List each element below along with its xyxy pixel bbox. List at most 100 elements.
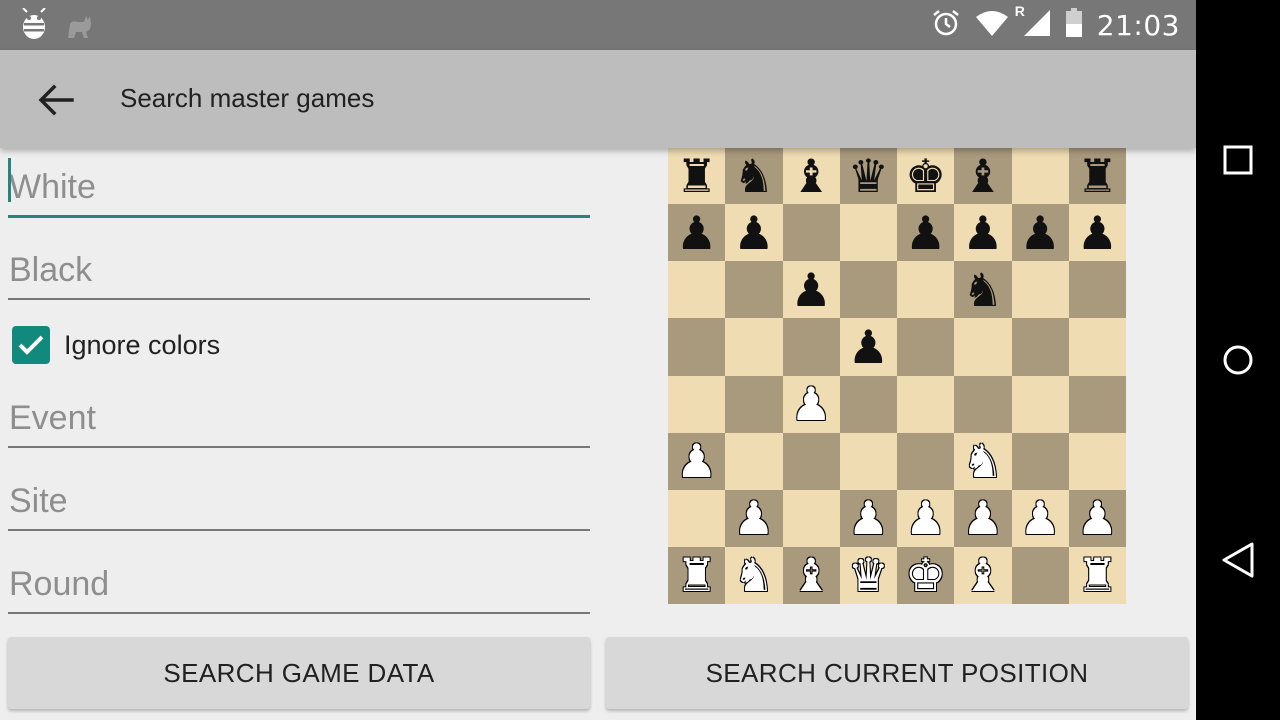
white-pawn-icon[interactable]: ♟ xyxy=(791,381,832,427)
square-e8[interactable]: ♚ xyxy=(897,147,955,205)
black-knight-icon[interactable]: ♞ xyxy=(962,267,1003,313)
square-f7[interactable]: ♟ xyxy=(954,204,1012,262)
square-a2[interactable] xyxy=(668,489,726,547)
black-king-icon[interactable]: ♚ xyxy=(905,153,946,199)
square-a3[interactable]: ♟ xyxy=(668,432,726,490)
black-queen-icon[interactable]: ♛ xyxy=(848,153,889,199)
white-bishop-icon[interactable]: ♝ xyxy=(962,552,1003,598)
square-e6[interactable] xyxy=(897,261,955,319)
square-f5[interactable] xyxy=(954,318,1012,376)
white-bishop-icon[interactable]: ♝ xyxy=(791,552,832,598)
square-d8[interactable]: ♛ xyxy=(839,147,897,205)
square-e3[interactable] xyxy=(897,432,955,490)
square-d2[interactable]: ♟ xyxy=(839,489,897,547)
back-nav-button[interactable] xyxy=(1208,530,1268,590)
white-king-icon[interactable]: ♚ xyxy=(905,552,946,598)
white-rook-icon[interactable]: ♜ xyxy=(676,552,717,598)
black-pawn-icon[interactable]: ♟ xyxy=(791,267,832,313)
square-d7[interactable] xyxy=(839,204,897,262)
square-b1[interactable]: ♞ xyxy=(725,546,783,604)
square-e4[interactable] xyxy=(897,375,955,433)
square-b5[interactable] xyxy=(725,318,783,376)
square-f3[interactable]: ♞ xyxy=(954,432,1012,490)
square-e2[interactable]: ♟ xyxy=(897,489,955,547)
square-b4[interactable] xyxy=(725,375,783,433)
square-e7[interactable]: ♟ xyxy=(897,204,955,262)
square-h4[interactable] xyxy=(1068,375,1126,433)
black-bishop-icon[interactable]: ♝ xyxy=(962,153,1003,199)
round-field[interactable] xyxy=(8,556,590,614)
event-input[interactable] xyxy=(8,390,590,446)
black-pawn-icon[interactable]: ♟ xyxy=(848,324,889,370)
square-b8[interactable]: ♞ xyxy=(725,147,783,205)
search-current-position-button[interactable]: SEARCH CURRENT POSITION xyxy=(606,637,1188,709)
square-c1[interactable]: ♝ xyxy=(782,546,840,604)
square-b3[interactable] xyxy=(725,432,783,490)
square-h8[interactable]: ♜ xyxy=(1068,147,1126,205)
square-g2[interactable]: ♟ xyxy=(1011,489,1069,547)
square-h6[interactable] xyxy=(1068,261,1126,319)
square-c8[interactable]: ♝ xyxy=(782,147,840,205)
white-field[interactable] xyxy=(8,160,590,218)
recent-apps-button[interactable] xyxy=(1208,130,1268,190)
black-rook-icon[interactable]: ♜ xyxy=(676,153,717,199)
square-h5[interactable] xyxy=(1068,318,1126,376)
white-input[interactable] xyxy=(8,160,590,215)
black-pawn-icon[interactable]: ♟ xyxy=(1020,210,1061,256)
square-a6[interactable] xyxy=(668,261,726,319)
square-a1[interactable]: ♜ xyxy=(668,546,726,604)
square-c6[interactable]: ♟ xyxy=(782,261,840,319)
black-bishop-icon[interactable]: ♝ xyxy=(791,153,832,199)
square-g8[interactable] xyxy=(1011,147,1069,205)
home-button[interactable] xyxy=(1208,330,1268,390)
site-input[interactable] xyxy=(8,473,590,529)
white-pawn-icon[interactable]: ♟ xyxy=(905,495,946,541)
square-g5[interactable] xyxy=(1011,318,1069,376)
square-d4[interactable] xyxy=(839,375,897,433)
square-b7[interactable]: ♟ xyxy=(725,204,783,262)
square-d1[interactable]: ♛ xyxy=(839,546,897,604)
ignore-colors-checkbox-row[interactable]: Ignore colors xyxy=(12,324,220,366)
black-rook-icon[interactable]: ♜ xyxy=(1077,153,1118,199)
square-b2[interactable]: ♟ xyxy=(725,489,783,547)
square-a5[interactable] xyxy=(668,318,726,376)
square-c7[interactable] xyxy=(782,204,840,262)
chess-board[interactable]: ♜ ♞ ♝ ♛ ♚ ♝ ♜ ♟ ♟ ♟ ♟ ♟ ♟ ♟ ♞ ♟ ♟ ♟ ♞ ♟ ♟ ♟ ♟ ♟ ♟ ♜ ♞ ♝ ♛ ♚ ♝ ♜ xyxy=(668,147,1126,604)
square-h2[interactable]: ♟ xyxy=(1068,489,1126,547)
square-h7[interactable]: ♟ xyxy=(1068,204,1126,262)
square-e5[interactable] xyxy=(897,318,955,376)
square-a7[interactable]: ♟ xyxy=(668,204,726,262)
square-c4[interactable]: ♟ xyxy=(782,375,840,433)
round-input[interactable] xyxy=(8,556,590,612)
black-pawn-icon[interactable]: ♟ xyxy=(905,210,946,256)
black-pawn-icon[interactable]: ♟ xyxy=(1077,210,1118,256)
white-rook-icon[interactable]: ♜ xyxy=(1077,552,1118,598)
black-pawn-icon[interactable]: ♟ xyxy=(962,210,1003,256)
white-knight-icon[interactable]: ♞ xyxy=(733,552,774,598)
white-pawn-icon[interactable]: ♟ xyxy=(1020,495,1061,541)
black-pawn-icon[interactable]: ♟ xyxy=(733,210,774,256)
event-field[interactable] xyxy=(8,390,590,448)
square-g4[interactable] xyxy=(1011,375,1069,433)
search-game-data-button[interactable]: SEARCH GAME DATA xyxy=(8,637,590,709)
square-h3[interactable] xyxy=(1068,432,1126,490)
square-h1[interactable]: ♜ xyxy=(1068,546,1126,604)
square-g6[interactable] xyxy=(1011,261,1069,319)
white-pawn-icon[interactable]: ♟ xyxy=(1077,495,1118,541)
square-f8[interactable]: ♝ xyxy=(954,147,1012,205)
square-d6[interactable] xyxy=(839,261,897,319)
square-c2[interactable] xyxy=(782,489,840,547)
square-f2[interactable]: ♟ xyxy=(954,489,1012,547)
square-d3[interactable] xyxy=(839,432,897,490)
square-a4[interactable] xyxy=(668,375,726,433)
square-g1[interactable] xyxy=(1011,546,1069,604)
black-pawn-icon[interactable]: ♟ xyxy=(676,210,717,256)
square-e1[interactable]: ♚ xyxy=(897,546,955,604)
black-knight-icon[interactable]: ♞ xyxy=(733,153,774,199)
square-g3[interactable] xyxy=(1011,432,1069,490)
square-g7[interactable]: ♟ xyxy=(1011,204,1069,262)
square-f6[interactable]: ♞ xyxy=(954,261,1012,319)
square-a8[interactable]: ♜ xyxy=(668,147,726,205)
site-field[interactable] xyxy=(8,473,590,531)
square-f4[interactable] xyxy=(954,375,1012,433)
